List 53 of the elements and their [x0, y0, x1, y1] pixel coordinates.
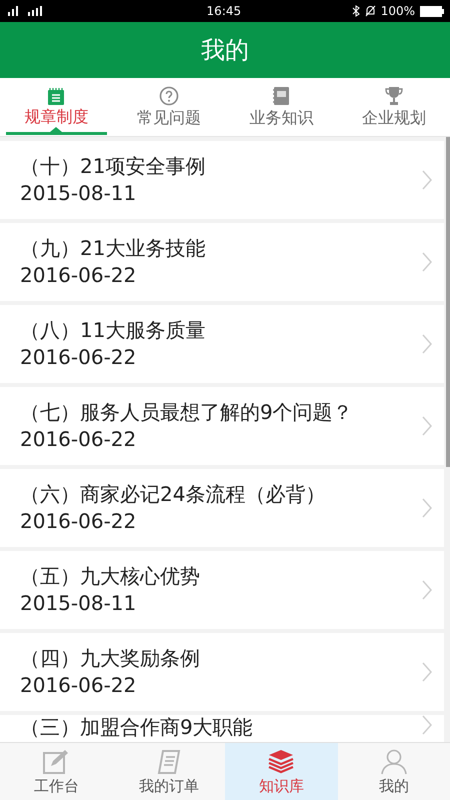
list-item[interactable]: （五）九大核心优势 2015-08-11 [0, 551, 444, 629]
chevron-right-icon [422, 334, 432, 354]
chevron-right-icon [422, 498, 432, 518]
item-title: （八）11大服务质量 [20, 317, 206, 344]
item-title: （六）商家必记24条流程（必背） [20, 481, 326, 508]
item-date: 2016-06-22 [20, 426, 138, 453]
item-title: （七）服务人员最想了解的9个问题？ [20, 399, 354, 426]
chevron-right-icon [422, 416, 432, 436]
nav-tab[interactable]: 工作台 [0, 743, 112, 800]
list-item[interactable]: （八）11大服务质量 2016-06-22 [0, 305, 444, 383]
item-date: 2016-06-22 [20, 508, 138, 535]
item-date: 2016-06-22 [20, 262, 138, 289]
nav-tab[interactable]: 知识库 [225, 743, 338, 800]
list-item[interactable]: （九）21大业务技能 2016-06-22 [0, 223, 444, 301]
question-icon [158, 86, 179, 106]
item-title: （四）九大奖励条例 [20, 645, 201, 672]
item-title: （九）21大业务技能 [20, 235, 206, 262]
chevron-right-icon [422, 715, 432, 735]
bell-off-icon [364, 5, 376, 17]
trophy-icon [384, 86, 404, 106]
nav-tab[interactable]: 我的 [338, 743, 450, 800]
item-date: 2015-08-11 [20, 180, 138, 207]
list-item[interactable]: （六）商家必记24条流程（必背） 2016-06-22 [0, 469, 444, 547]
chevron-right-icon [422, 580, 432, 600]
item-date: 2016-06-22 [20, 344, 138, 371]
tab[interactable]: 企业规划 [338, 78, 450, 136]
status-time: 16:45 [206, 3, 242, 20]
page-title: 我的 [201, 35, 249, 66]
chevron-right-icon [422, 252, 432, 272]
list-item[interactable]: （三）加盟合作商9大职能 [0, 715, 444, 742]
edit-icon [43, 748, 70, 774]
list-item[interactable]: （十）21项安全事例 2015-08-11 [0, 141, 444, 219]
tab[interactable]: 规章制度 [0, 78, 112, 136]
item-date: 2015-08-11 [20, 590, 138, 617]
stack-icon [267, 748, 296, 774]
battery-icon [420, 6, 444, 16]
item-title: （三）加盟合作商9大职能 [20, 715, 254, 739]
item-title: （十）21项安全事例 [20, 153, 206, 180]
chevron-right-icon [422, 662, 432, 682]
item-title: （五）九大核心优势 [20, 563, 201, 590]
chevron-right-icon [422, 170, 432, 190]
user-icon [380, 748, 408, 774]
battery-percent: 100% [380, 3, 415, 20]
item-date: 2016-06-22 [20, 672, 138, 699]
nav-tab[interactable]: 我的订单 [112, 743, 225, 800]
list-item[interactable]: （四）九大奖励条例 2016-06-22 [0, 633, 444, 711]
bluetooth-icon [352, 5, 360, 17]
book-icon [272, 86, 290, 106]
notepad-icon [47, 87, 66, 105]
tab[interactable]: 常见问题 [112, 78, 225, 136]
list-item[interactable]: （七）服务人员最想了解的9个问题？ 2016-06-22 [0, 387, 444, 465]
tab[interactable]: 业务知识 [225, 78, 338, 136]
document-icon [156, 748, 182, 774]
